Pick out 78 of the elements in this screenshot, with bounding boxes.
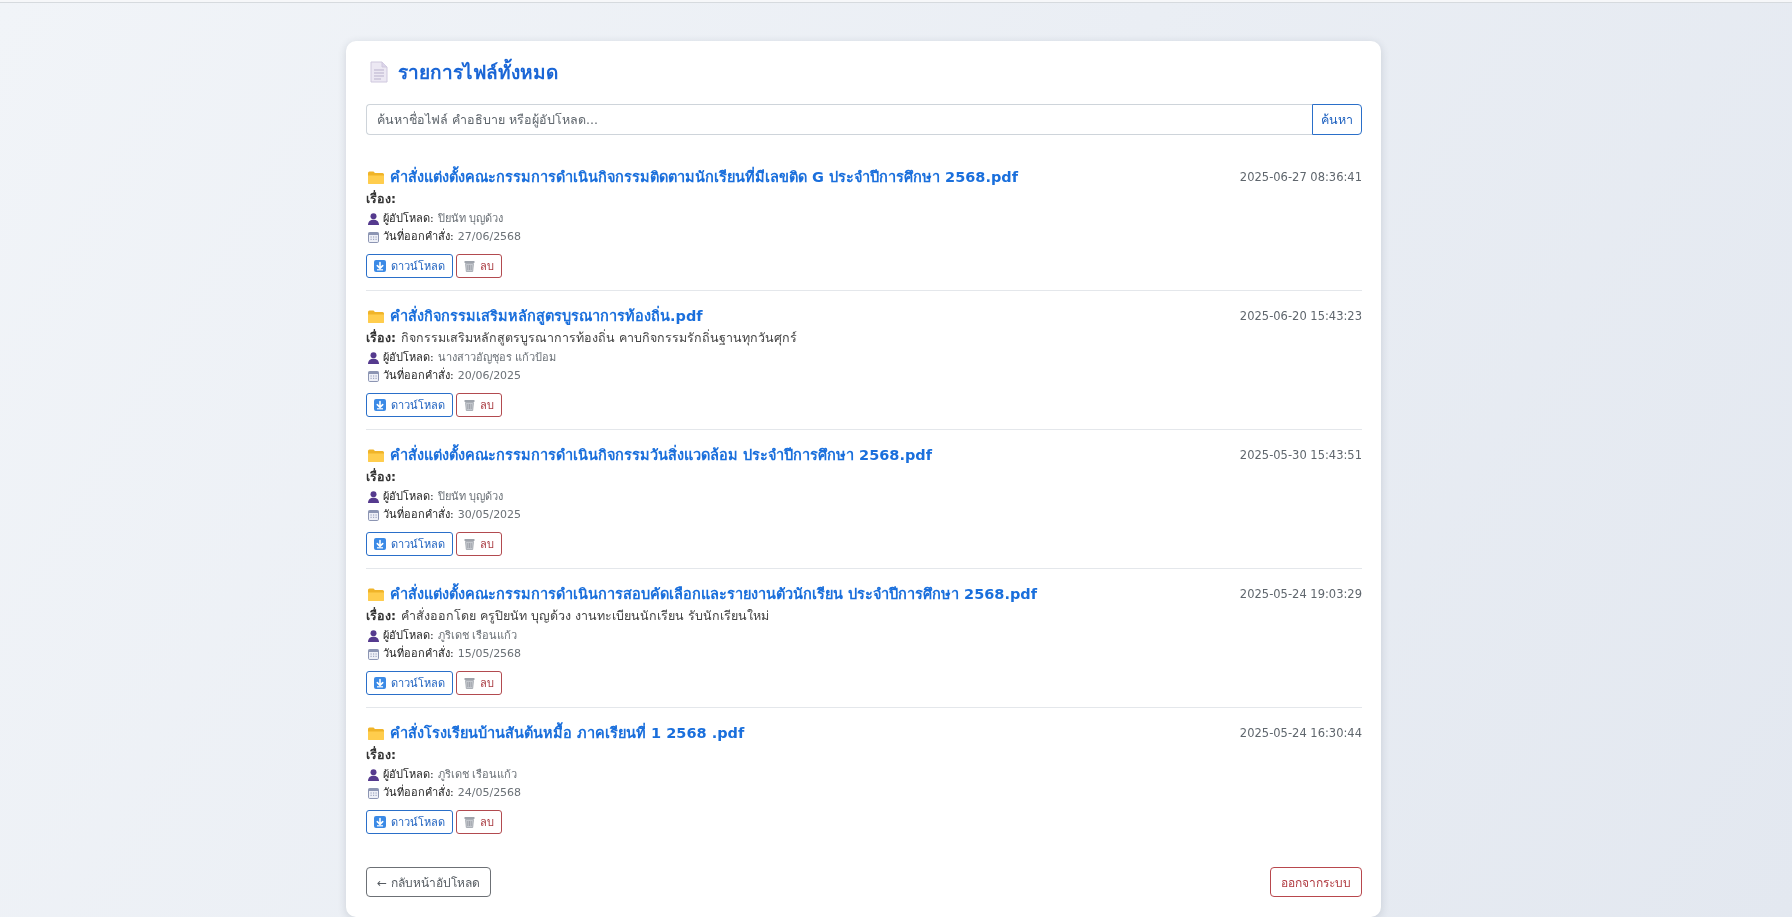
- person-icon: [368, 769, 379, 781]
- subject-label: เรื่อง:: [366, 606, 396, 625]
- delete-button[interactable]: ลบ: [456, 671, 502, 695]
- folder-icon: [368, 587, 384, 601]
- folder-icon: [368, 309, 384, 323]
- person-icon: [368, 352, 379, 364]
- uploader-name: ภูริเดช เรือนแก้ว: [437, 628, 518, 644]
- issue-date: 24/05/2568: [457, 785, 522, 801]
- file-name-link[interactable]: คำสั่งแต่งตั้งคณะกรรมการดำเนินกิจกรรมติดตามนักเรียนที่มีเลขติด G ประจำปีการศึกษา 2568.pdf: [390, 166, 1018, 188]
- file-name-link[interactable]: คำสั่งกิจกรรมเสริมหลักสูตรบูรณาการท้องถิ่น.pdf: [390, 305, 703, 327]
- person-icon: [368, 213, 379, 225]
- wastebasket-icon: [464, 399, 475, 411]
- uploader-name: ปิยนัท บุญด้วง: [437, 489, 504, 505]
- uploader-label: ผู้อัปโหลด:: [383, 628, 434, 644]
- search-button[interactable]: ค้นหา: [1312, 104, 1362, 135]
- upload-timestamp: 2025-05-30 15:43:51: [1239, 447, 1362, 464]
- person-icon: [368, 491, 379, 503]
- subject-text: กิจกรรมเสริมหลักสูตรบูรณาการท้องถิ่น คาบกิจกรรมรักถิ่นฐานทุกวันศุกร์: [401, 328, 797, 348]
- wastebasket-icon: [464, 260, 475, 272]
- uploader-name: ปิยนัท บุญด้วง: [437, 211, 504, 227]
- back-to-upload-button[interactable]: ← กลับหน้าอัปโหลด: [366, 867, 491, 897]
- calendar-icon: [368, 509, 379, 521]
- download-icon: [374, 260, 386, 272]
- delete-button[interactable]: ลบ: [456, 532, 502, 556]
- download-button[interactable]: ดาวน์โหลด: [366, 393, 453, 417]
- uploader-label: ผู้อัปโหลด:: [383, 767, 434, 783]
- download-icon: [374, 677, 386, 689]
- subject-label: เรื่อง:: [366, 189, 396, 208]
- download-icon: [374, 399, 386, 411]
- download-button[interactable]: ดาวน์โหลด: [366, 254, 453, 278]
- wastebasket-icon: [464, 538, 475, 550]
- upload-timestamp: 2025-06-20 15:43:23: [1239, 308, 1362, 325]
- issue-date: 15/05/2568: [457, 646, 522, 662]
- folder-icon: [368, 448, 384, 462]
- logout-button[interactable]: ออกจากระบบ: [1270, 867, 1362, 897]
- file-name-link[interactable]: คำสั่งแต่งตั้งคณะกรรมการดำเนินการสอบคัดเลือกและรายงานตัวนักเรียน ประจำปีการศึกษา 2568.pdf: [390, 583, 1038, 605]
- issue-date: 30/05/2025: [457, 507, 522, 523]
- delete-button[interactable]: ลบ: [456, 810, 502, 834]
- page-title: รายการไฟล์ทั้งหมด: [398, 58, 558, 86]
- issue-date-label: วันที่ออกคำสั่ง:: [383, 784, 454, 801]
- issue-date-label: วันที่ออกคำสั่ง:: [383, 367, 454, 384]
- document-icon: [370, 61, 388, 83]
- download-button[interactable]: ดาวน์โหลด: [366, 810, 453, 834]
- download-button[interactable]: ดาวน์โหลด: [366, 671, 453, 695]
- issue-date-label: วันที่ออกคำสั่ง:: [383, 506, 454, 523]
- issue-date-label: วันที่ออกคำสั่ง:: [383, 228, 454, 245]
- upload-timestamp: 2025-06-27 08:36:41: [1239, 169, 1362, 186]
- subject-label: เรื่อง:: [366, 328, 396, 347]
- delete-button[interactable]: ลบ: [456, 254, 502, 278]
- issue-date: 20/06/2025: [457, 368, 522, 384]
- subject-text: คำสั่งออกโดย ครูปิยนัท บุญด้วง งานทะเบียนนักเรียน รับนักเรียนใหม่: [401, 606, 769, 626]
- wastebasket-icon: [464, 816, 475, 828]
- uploader-label: ผู้อัปโหลด:: [383, 489, 434, 505]
- delete-button[interactable]: ลบ: [456, 393, 502, 417]
- calendar-icon: [368, 787, 379, 799]
- search-field[interactable]: ค้นหาชื่อไฟล์ คำอธิบาย หรือผู้อัปโหลด...: [366, 104, 1312, 135]
- wastebasket-icon: [464, 677, 475, 689]
- uploader-name: นางสาวอัญชุอร แก้วป้อม: [437, 350, 557, 366]
- person-icon: [368, 630, 379, 642]
- uploader-label: ผู้อัปโหลด:: [383, 211, 434, 227]
- calendar-icon: [368, 370, 379, 382]
- subject-label: เรื่อง:: [366, 467, 396, 486]
- upload-timestamp: 2025-05-24 16:30:44: [1239, 725, 1362, 742]
- folder-icon: [368, 170, 384, 184]
- file-name-link[interactable]: คำสั่งโรงเรียนบ้านสันต้นหมื้อ ภาคเรียนที่ 1 2568 .pdf: [390, 722, 745, 744]
- file-name-link[interactable]: คำสั่งแต่งตั้งคณะกรรมการดำเนินกิจกรรมวันสิ่งแวดล้อม ประจำปีการศึกษา 2568.pdf: [390, 444, 933, 466]
- upload-timestamp: 2025-05-24 19:03:29: [1239, 586, 1362, 603]
- calendar-icon: [368, 231, 379, 243]
- download-icon: [374, 816, 386, 828]
- download-button[interactable]: ดาวน์โหลด: [366, 532, 453, 556]
- calendar-icon: [368, 648, 379, 660]
- subject-label: เรื่อง:: [366, 745, 396, 764]
- uploader-label: ผู้อัปโหลด:: [383, 350, 434, 366]
- issue-date: 27/06/2568: [457, 229, 522, 245]
- issue-date-label: วันที่ออกคำสั่ง:: [383, 645, 454, 662]
- uploader-name: ภูริเดช เรือนแก้ว: [437, 767, 518, 783]
- download-icon: [374, 538, 386, 550]
- folder-icon: [368, 726, 384, 740]
